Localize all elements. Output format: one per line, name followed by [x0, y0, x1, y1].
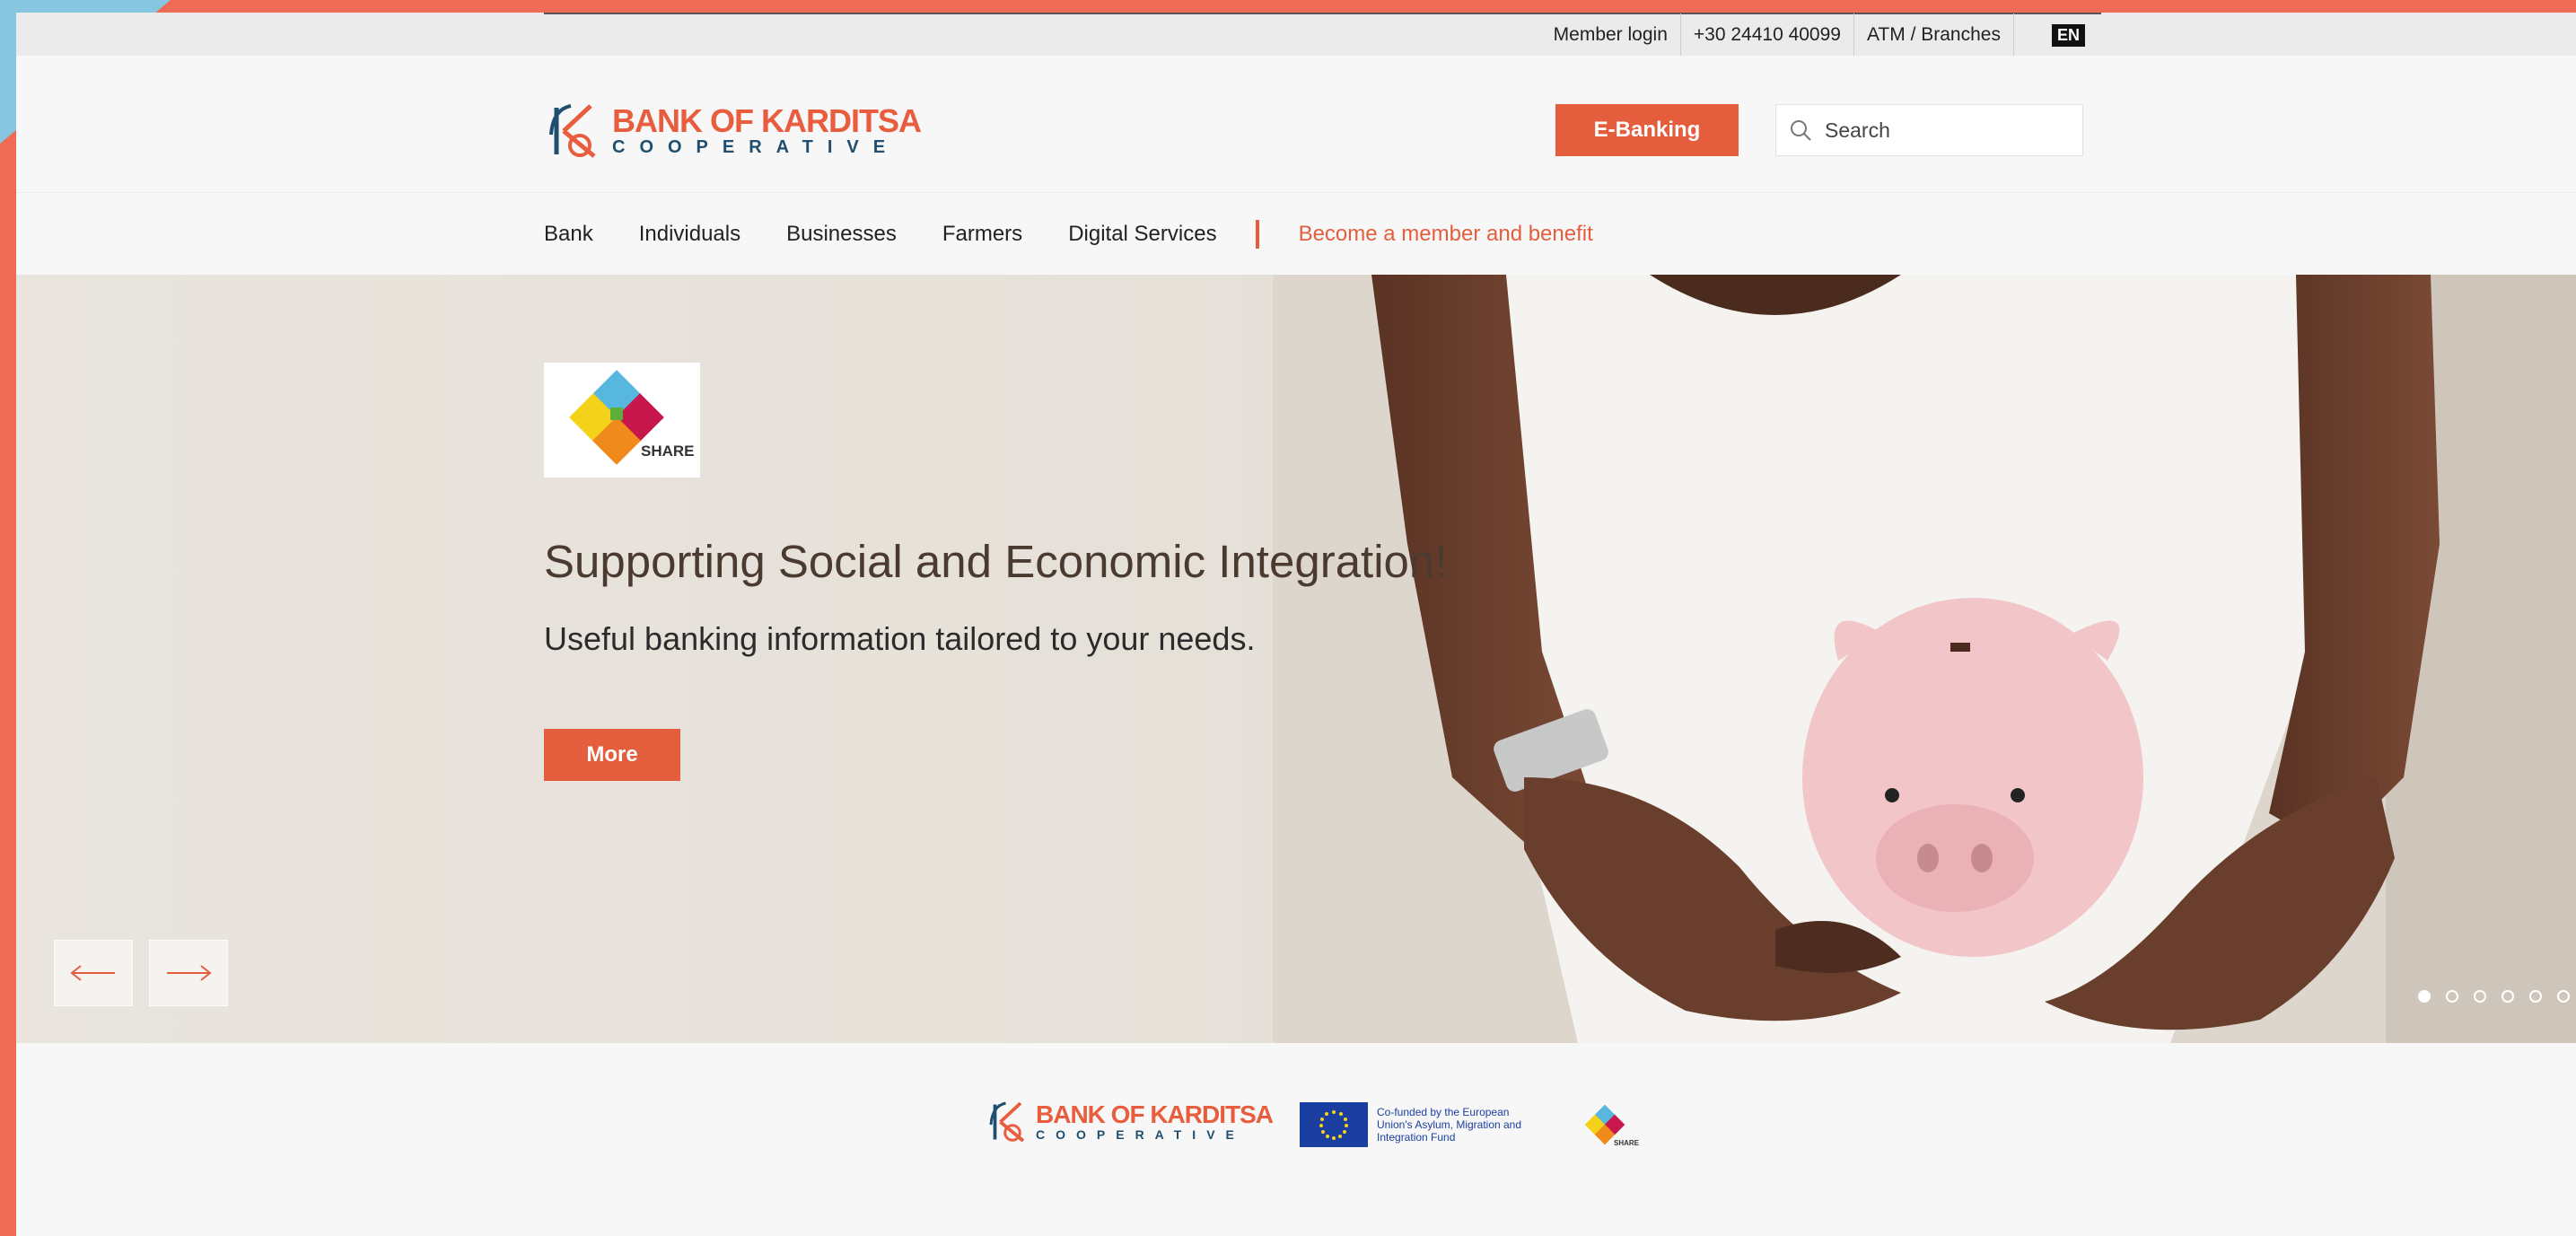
- share-badge-label: SHARE: [641, 443, 695, 460]
- slider-dot-3[interactable]: [2474, 990, 2486, 1003]
- nav-item-businesses[interactable]: Businesses: [786, 222, 897, 247]
- slider-dot-2[interactable]: [2446, 990, 2458, 1003]
- nav-become-member-link[interactable]: Become a member and benefit: [1299, 222, 1593, 247]
- search-box[interactable]: [1775, 104, 2083, 156]
- slider-next-button[interactable]: [149, 940, 228, 1006]
- eu-flag-icon: [1300, 1102, 1368, 1147]
- hero-more-button[interactable]: More: [544, 729, 680, 781]
- footer-logo-title: BANK OF KARDITSA: [1036, 1100, 1274, 1128]
- logo-subtitle: COOPERATIVE: [612, 137, 900, 157]
- site-header: BANK OF KARDITSA COOPERATIVE E-Banking: [16, 56, 2576, 192]
- hero-title: Supporting Social and Economic Integrati…: [544, 536, 1448, 587]
- nav-item-digital-services[interactable]: Digital Services: [1068, 222, 1216, 247]
- nav-divider: [1255, 220, 1259, 249]
- footer-share-label: SHARE: [1614, 1139, 1640, 1147]
- footer-bank-logo: BANK OF KARDITSA COOPERATIVE: [986, 1098, 1274, 1146]
- eu-funding-text: Co-funded by the European Union's Asylum…: [1377, 1106, 1522, 1144]
- utility-bar: Member login +30 24410 40099 ATM / Branc…: [16, 13, 2576, 57]
- browser-page: Member login +30 24410 40099 ATM / Branc…: [16, 13, 2576, 1236]
- bank-logo-text: BANK OF KARDITSA COOPERATIVE: [612, 102, 922, 158]
- slider-pagination: [2418, 990, 2576, 1003]
- atm-branches-link[interactable]: ATM / Branches: [1854, 13, 2014, 57]
- footer-bank-logo-text: BANK OF KARDITSA COOPERATIVE: [1036, 1100, 1274, 1143]
- utility-bar-inner: Member login +30 24410 40099 ATM / Branc…: [544, 13, 2101, 57]
- footer-share-logo-icon: SHARE: [1584, 1104, 1640, 1147]
- search-icon: [1791, 120, 1811, 141]
- e-banking-button[interactable]: E-Banking: [1555, 104, 1739, 156]
- bank-logo-mark-icon: [549, 104, 596, 158]
- language-switch[interactable]: EN: [2051, 23, 2085, 47]
- logo-title: BANK OF KARDITSA: [612, 102, 922, 139]
- share-program-badge: SHARE: [544, 363, 700, 478]
- slider-prev-button[interactable]: [54, 940, 133, 1006]
- arrow-left-icon: [70, 965, 115, 981]
- footer-share-logo: SHARE: [1578, 1104, 1641, 1159]
- nav-item-individuals[interactable]: Individuals: [639, 222, 740, 247]
- nav-item-bank[interactable]: Bank: [544, 222, 593, 247]
- search-input[interactable]: [1823, 117, 2069, 144]
- footer-bank-logo-mark-icon: [989, 1101, 1025, 1143]
- eu-funding-logo: Co-funded by the European Union's Asylum…: [1300, 1102, 1542, 1147]
- main-navigation-inner: Bank Individuals Businesses Farmers Digi…: [544, 193, 1593, 276]
- arrow-right-icon: [167, 965, 212, 981]
- footer-logo-subtitle: COOPERATIVE: [1036, 1127, 1245, 1142]
- bank-logo[interactable]: BANK OF KARDITSA COOPERATIVE: [544, 99, 922, 163]
- hero-slider: SHARE Supporting Social and Economic Int…: [16, 275, 2576, 1043]
- slider-dot-5[interactable]: [2529, 990, 2542, 1003]
- share-logo-icon: SHARE: [569, 370, 695, 465]
- hero-subtitle: Useful banking information tailored to y…: [544, 620, 1256, 657]
- nav-item-farmers[interactable]: Farmers: [942, 222, 1022, 247]
- slider-dot-4[interactable]: [2502, 990, 2514, 1003]
- hero-piggy-bank-photo: [1273, 275, 2576, 1043]
- phone-link[interactable]: +30 24410 40099: [1681, 13, 1854, 57]
- slider-dot-1[interactable]: [2418, 990, 2431, 1003]
- member-login-link[interactable]: Member login: [1541, 13, 1681, 57]
- partner-logos: BANK OF KARDITSA COOPERATIVE Co-funded b…: [16, 1043, 2576, 1236]
- main-navigation: Bank Individuals Businesses Farmers Digi…: [16, 192, 2576, 276]
- slider-dot-6[interactable]: [2557, 990, 2570, 1003]
